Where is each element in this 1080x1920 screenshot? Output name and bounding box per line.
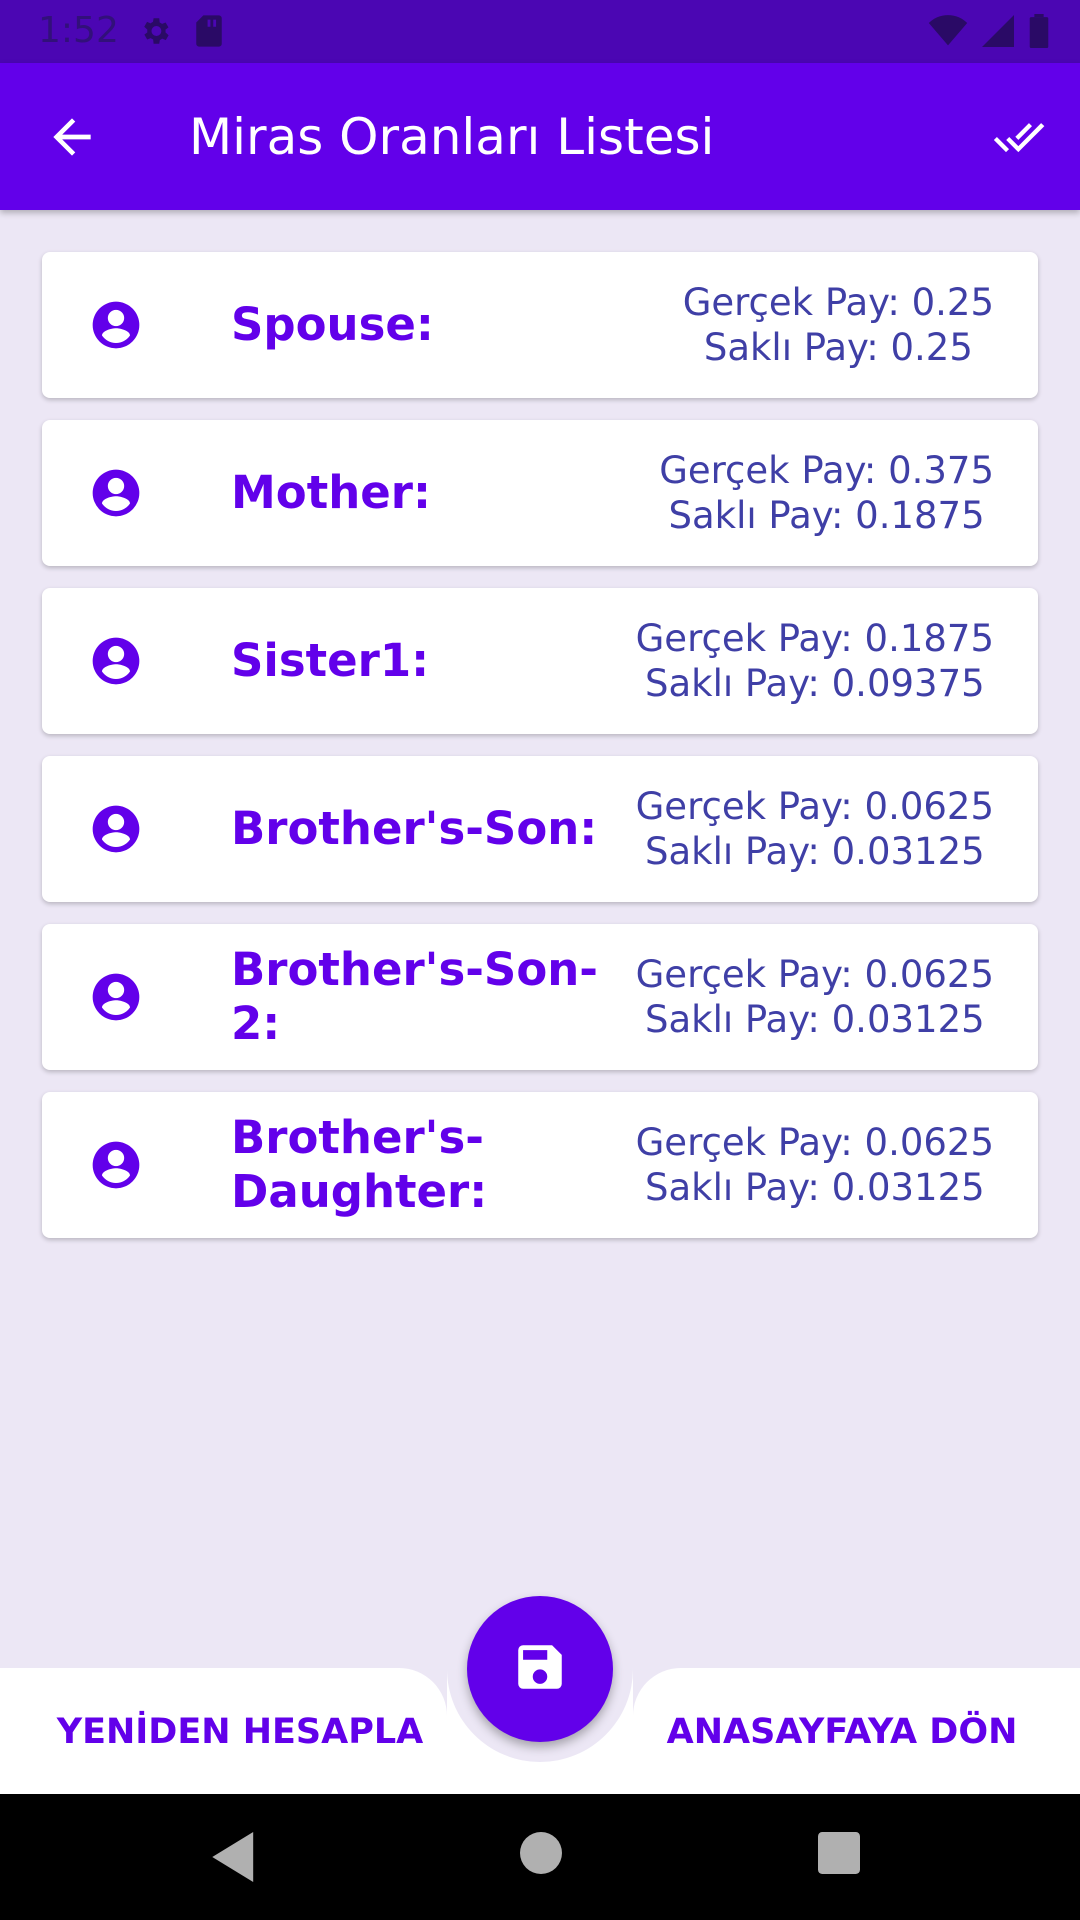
heir-name: Spouse:	[231, 298, 434, 351]
sakli-pay: Saklı Pay: 0.25	[703, 326, 973, 369]
sakli-pay: Saklı Pay: 0.03125	[644, 998, 985, 1041]
save-icon	[511, 1638, 569, 1700]
heir-name: Brother's-Son-2:	[231, 943, 598, 1050]
heir-shares: Gerçek Pay: 0.25 Saklı Pay: 0.25	[683, 252, 994, 398]
heir-shares: Gerçek Pay: 0.375 Saklı Pay: 0.1875	[659, 420, 994, 566]
app-bar: Miras Oranları Listesi	[0, 63, 1080, 210]
nav-home-icon[interactable]	[520, 1832, 562, 1878]
heir-name: Brother's-Son:	[231, 802, 598, 855]
heir-shares: Gerçek Pay: 0.0625 Saklı Pay: 0.03125	[636, 924, 994, 1070]
recalculate-button[interactable]: YENİDEN HESAPLA	[40, 1700, 440, 1764]
heir-card[interactable]: Sister1: Gerçek Pay: 0.1875 Saklı Pay: 0…	[42, 588, 1038, 734]
nav-back-icon[interactable]	[212, 1832, 258, 1886]
heir-card[interactable]: Mother: Gerçek Pay: 0.375 Saklı Pay: 0.1…	[42, 420, 1038, 566]
gercek-pay: Gerçek Pay: 0.375	[659, 449, 994, 492]
account-circle-icon	[88, 1137, 144, 1193]
save-fab[interactable]	[467, 1596, 613, 1742]
done-all-icon	[986, 123, 1052, 167]
gercek-pay: Gerçek Pay: 0.0625	[635, 1121, 994, 1164]
status-time: 1:52	[38, 10, 119, 51]
status-bar: 1:52	[0, 0, 1080, 63]
account-circle-icon	[88, 465, 144, 521]
sd-card-icon	[194, 14, 224, 52]
arrow-back-icon	[40, 118, 104, 169]
back-button[interactable]	[40, 109, 104, 165]
heir-shares: Gerçek Pay: 0.1875 Saklı Pay: 0.09375	[636, 588, 994, 734]
gercek-pay: Gerçek Pay: 0.1875	[635, 617, 994, 660]
nav-recents-icon[interactable]	[818, 1832, 860, 1878]
sakli-pay: Saklı Pay: 0.1875	[668, 494, 985, 537]
page-title: Miras Oranları Listesi	[189, 108, 715, 166]
heir-card[interactable]: Brother's-Son-2: Gerçek Pay: 0.0625 Sakl…	[42, 924, 1038, 1070]
heir-list: Spouse: Gerçek Pay: 0.25 Saklı Pay: 0.25…	[42, 252, 1038, 1260]
battery-icon	[1028, 14, 1050, 52]
sakli-pay: Saklı Pay: 0.03125	[644, 1166, 985, 1209]
heir-name: Sister1:	[231, 634, 430, 687]
heir-shares: Gerçek Pay: 0.0625 Saklı Pay: 0.03125	[636, 1092, 994, 1238]
heir-card[interactable]: Spouse: Gerçek Pay: 0.25 Saklı Pay: 0.25	[42, 252, 1038, 398]
heir-name: Mother:	[231, 466, 431, 519]
heir-card[interactable]: Brother's-Daughter: Gerçek Pay: 0.0625 S…	[42, 1092, 1038, 1238]
heir-shares: Gerçek Pay: 0.0625 Saklı Pay: 0.03125	[636, 756, 994, 902]
gercek-pay: Gerçek Pay: 0.0625	[635, 953, 994, 996]
settings-icon	[138, 14, 172, 52]
account-circle-icon	[88, 297, 144, 353]
gercek-pay: Gerçek Pay: 0.0625	[635, 785, 994, 828]
gercek-pay: Gerçek Pay: 0.25	[682, 281, 994, 324]
signal-icon	[982, 15, 1014, 51]
sakli-pay: Saklı Pay: 0.09375	[644, 662, 985, 705]
done-all-button[interactable]	[986, 111, 1052, 163]
back-to-home-button[interactable]: ANASAYFAYA DÖN	[642, 1700, 1042, 1764]
heir-name: Brother's-Daughter:	[231, 1111, 488, 1218]
system-nav-bar	[0, 1794, 1080, 1920]
account-circle-icon	[88, 633, 144, 689]
heir-card[interactable]: Brother's-Son: Gerçek Pay: 0.0625 Saklı …	[42, 756, 1038, 902]
account-circle-icon	[88, 801, 144, 857]
sakli-pay: Saklı Pay: 0.03125	[644, 830, 985, 873]
account-circle-icon	[88, 969, 144, 1025]
wifi-icon	[928, 15, 968, 51]
